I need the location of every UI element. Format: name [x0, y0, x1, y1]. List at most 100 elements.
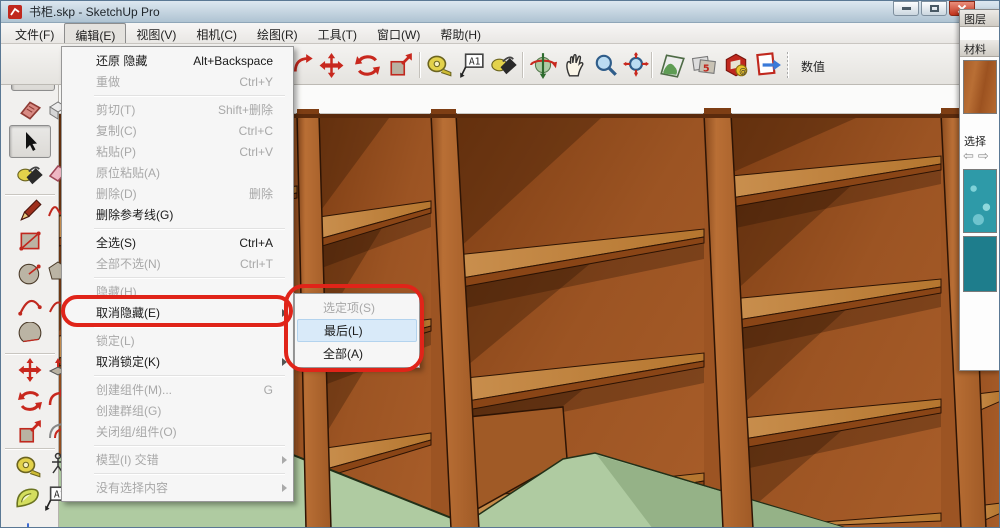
menu-item-delete-guides[interactable]: 删除参考线(G): [62, 204, 293, 225]
pan-button[interactable]: [561, 50, 591, 80]
orbit-button[interactable]: [528, 50, 558, 80]
rotate-button[interactable]: [352, 50, 382, 80]
move-tool-button[interactable]: [13, 356, 47, 384]
export-icon: [754, 51, 782, 79]
layers-panel-body: [960, 27, 1000, 40]
menu-camera[interactable]: 相机(C): [186, 23, 247, 43]
arc-tool-button[interactable]: [13, 291, 47, 319]
submenu-item-all[interactable]: 全部(A): [297, 342, 417, 365]
panel-gap: [960, 117, 1000, 130]
paint-bucket-icon: [489, 51, 519, 79]
menu-item-delete[interactable]: 删除(D)删除: [62, 183, 293, 204]
menu-item-select-all[interactable]: 全选(S)Ctrl+A: [62, 232, 293, 253]
pencil-icon: [17, 198, 43, 224]
menu-separator: [62, 92, 293, 99]
right-panel: 图层 材料 选择 ⇦⇨: [959, 9, 1000, 371]
menu-window[interactable]: 窗口(W): [367, 23, 430, 43]
menu-item-make-group[interactable]: 创建群组(G): [62, 400, 293, 421]
submenu-item-selected[interactable]: 选定项(S): [297, 296, 417, 319]
toolbar-separator: [419, 52, 420, 78]
paint-bucket-tool-button[interactable]: [13, 160, 47, 190]
material-swatch-water[interactable]: [963, 169, 997, 233]
minimize-button[interactable]: [893, 1, 919, 16]
select-tool-button-2[interactable]: [9, 125, 51, 158]
rotate-tool-button[interactable]: [13, 386, 47, 416]
edit-menu-dropdown: 还原 隐藏Alt+Backspace 重做Ctrl+Y 剪切(T)Shift+删…: [61, 46, 294, 502]
menu-separator: [62, 225, 293, 232]
menu-item-close-group[interactable]: 关闭组/组件(O): [62, 421, 293, 442]
tape-measure-icon: [425, 52, 453, 78]
layers-panel-title[interactable]: 图层: [960, 10, 1000, 27]
menu-item-select-none[interactable]: 全部不选(N)Ctrl+T: [62, 253, 293, 274]
menu-item-cut[interactable]: 剪切(T)Shift+删除: [62, 99, 293, 120]
menu-file[interactable]: 文件(F): [5, 23, 64, 43]
submenu-item-last[interactable]: 最后(L): [297, 319, 417, 342]
toolbar-separator: [651, 52, 652, 78]
menu-separator: [62, 442, 293, 449]
text-button[interactable]: A1: [456, 50, 486, 80]
menu-item-intersect[interactable]: 模型(I) 交错: [62, 449, 293, 470]
menu-item-copy[interactable]: 复制(C)Ctrl+C: [62, 120, 293, 141]
menu-separator: [62, 372, 293, 379]
forward-arrow-icon[interactable]: ⇨: [978, 148, 993, 163]
menu-draw[interactable]: 绘图(R): [247, 23, 308, 43]
menu-item-no-selection[interactable]: 没有选择内容: [62, 477, 293, 498]
warehouse-button[interactable]: @: [721, 50, 751, 80]
material-swatch-teal[interactable]: [963, 236, 997, 292]
paint-bucket-button[interactable]: [489, 50, 519, 80]
toolbar-separator: [522, 52, 523, 78]
title-bar: 书柜.skp - SketchUp Pro: [1, 1, 1000, 23]
menu-item-unhide[interactable]: 取消隐藏(E): [62, 302, 293, 323]
menu-edit[interactable]: 编辑(E): [64, 23, 126, 43]
move-icon: [318, 52, 345, 79]
submenu-arrow-icon: [282, 358, 287, 366]
zoom-extents-button[interactable]: [621, 50, 651, 80]
move-button[interactable]: [316, 50, 346, 80]
line-tool-button[interactable]: [13, 197, 47, 225]
pie-tool-button[interactable]: [13, 320, 47, 350]
back-arrow-icon[interactable]: ⇦: [963, 148, 978, 163]
warehouse-icon: @: [722, 51, 750, 79]
pan-hand-icon: [563, 52, 589, 78]
rectangle-tool-button[interactable]: [13, 227, 47, 255]
tape-measure-button[interactable]: [424, 50, 454, 80]
menu-item-paste[interactable]: 粘贴(P)Ctrl+V: [62, 141, 293, 162]
axes-tool-button[interactable]: [11, 517, 45, 528]
maximize-button[interactable]: [921, 1, 947, 16]
submenu-arrow-icon: [282, 456, 287, 464]
tape-measure-tool-button[interactable]: [11, 451, 45, 481]
application-window: A1 书柜.skp - SketchUp Pro 文件(F) 编辑(E) 视图(…: [0, 0, 1000, 528]
terrain-button[interactable]: [657, 50, 687, 80]
materials-panel-title[interactable]: 材料: [960, 40, 1000, 57]
menu-item-redo[interactable]: 重做Ctrl+Y: [62, 71, 293, 92]
menu-separator: [62, 274, 293, 281]
menu-item-hide[interactable]: 隐藏(H): [62, 281, 293, 302]
zoom-button[interactable]: [591, 50, 621, 80]
protractor-tool-button[interactable]: [11, 483, 45, 513]
scale-button[interactable]: [386, 50, 416, 80]
menu-item-unlock[interactable]: 取消锁定(K): [62, 351, 293, 372]
scale-tool-button[interactable]: [13, 418, 47, 446]
submenu-arrow-icon: [282, 309, 287, 317]
menu-item-paste-in-place[interactable]: 原位粘贴(A): [62, 162, 293, 183]
zoom-extents-icon: [623, 52, 649, 78]
menu-tools[interactable]: 工具(T): [308, 23, 367, 43]
left-tool-palette: A1: [1, 44, 59, 528]
menu-item-undo[interactable]: 还原 隐藏Alt+Backspace: [62, 50, 293, 71]
measurements-label: 数值: [801, 58, 825, 75]
terrain-map-icon: [658, 51, 686, 79]
rectangle-icon: [17, 228, 43, 254]
zoom-icon: [593, 52, 619, 78]
export-button[interactable]: [753, 50, 783, 80]
submenu-arrow-icon: [282, 484, 287, 492]
eraser-icon: [17, 98, 43, 122]
circle-tool-button[interactable]: [13, 258, 47, 288]
menu-item-lock[interactable]: 锁定(L): [62, 330, 293, 351]
materials-select-tab[interactable]: 选择: [960, 130, 1000, 148]
eraser-tool-button[interactable]: [15, 96, 45, 124]
material-preview-wood[interactable]: [963, 60, 997, 114]
menu-view[interactable]: 视图(V): [126, 23, 186, 43]
menu-item-make-component[interactable]: 创建组件(M)...G: [62, 379, 293, 400]
menu-help[interactable]: 帮助(H): [430, 23, 491, 43]
photo-match-button[interactable]: 5: [689, 50, 719, 80]
